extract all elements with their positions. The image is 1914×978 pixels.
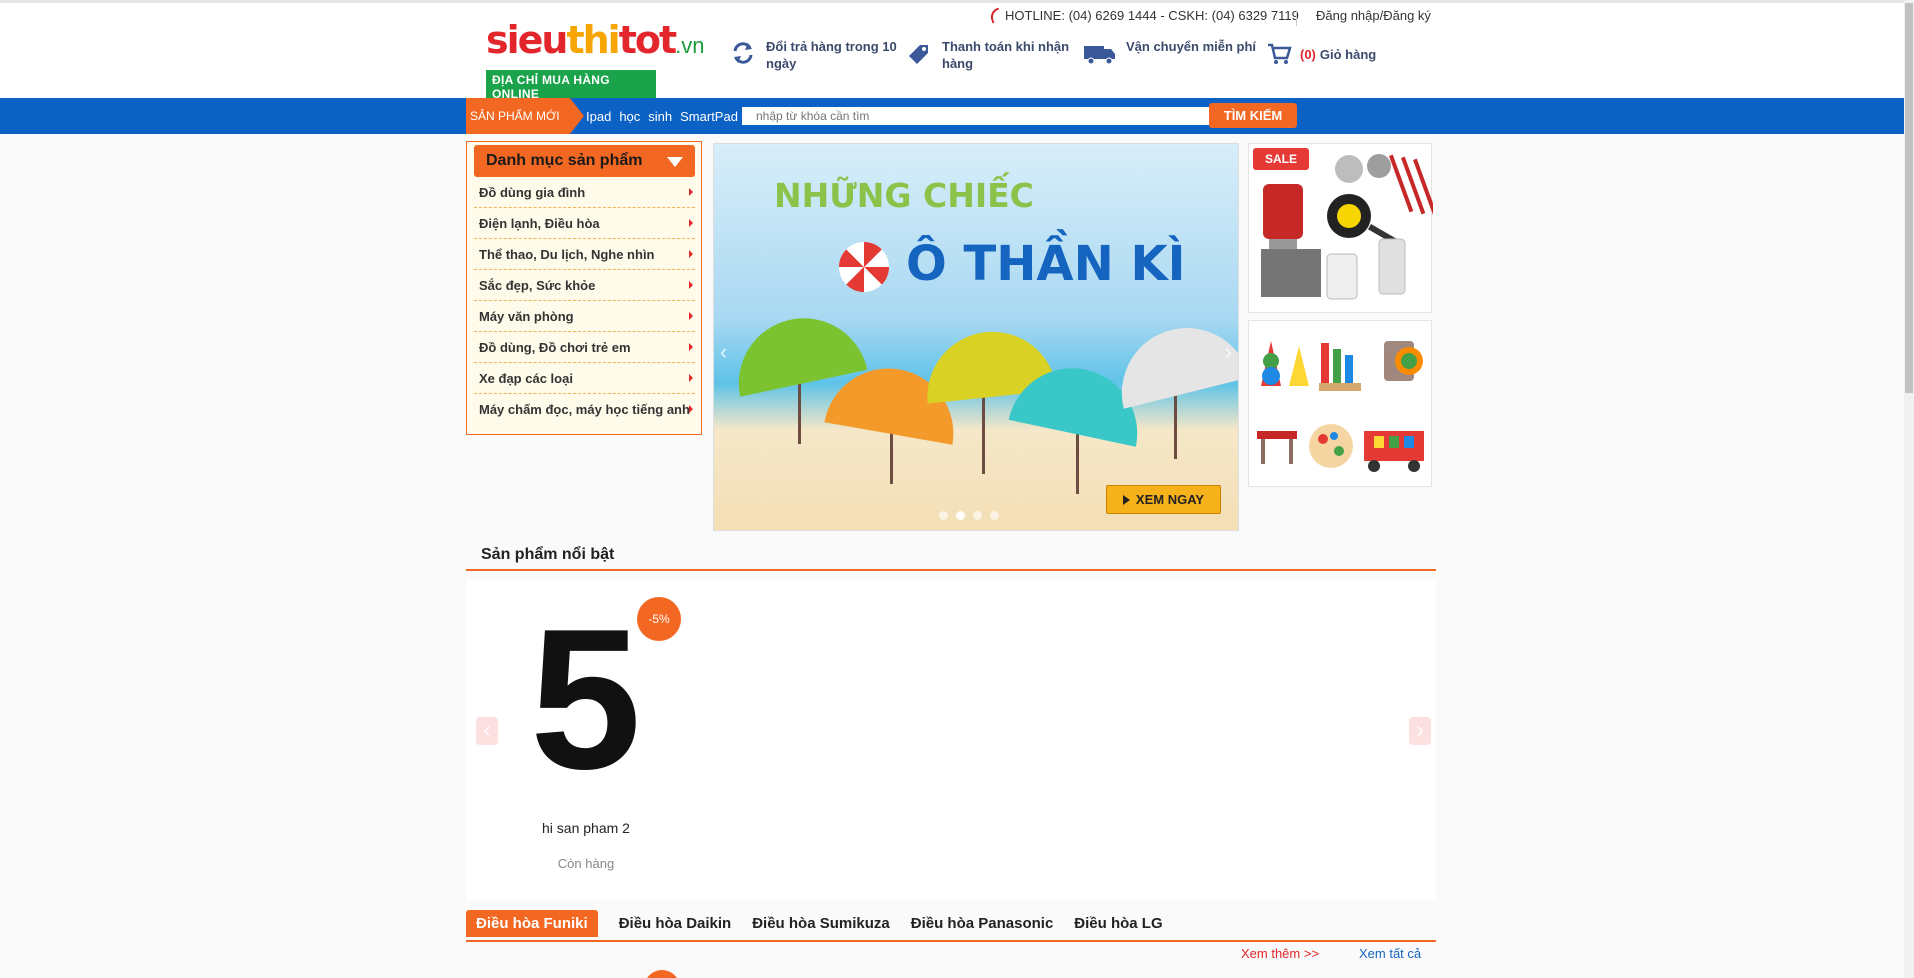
banner-prev-arrow[interactable]: ‹ [720, 339, 727, 365]
arrow-right-icon [689, 343, 693, 351]
tab-panasonic[interactable]: Điều hòa Panasonic [911, 910, 1054, 937]
refresh-icon [733, 42, 753, 64]
cart-count: (0) [1300, 46, 1316, 62]
product-stock-status: Còn hàng [557, 856, 615, 871]
banner-dot[interactable] [956, 511, 965, 520]
carousel-prev-button[interactable]: ‹ [476, 717, 498, 745]
banner-dot[interactable] [973, 511, 982, 520]
category-item[interactable]: Đồ dùng, Đồ chơi trẻ em [474, 332, 695, 363]
category-menu-header[interactable]: Danh mục sản phẩm [474, 145, 695, 177]
category-menu: Danh mục sản phẩm Đồ dùng gia đình Điện … [466, 141, 702, 435]
tab-funiki[interactable]: Điều hòa Funiki [466, 910, 598, 937]
featured-section-title: Sản phẩm nổi bật [481, 546, 615, 563]
feature-cod[interactable]: Thanh toán khi nhận hàng [904, 38, 1082, 72]
banner-headline-1: NHỮNG CHIẾC [774, 176, 1034, 215]
delivery-truck-icon [1084, 46, 1115, 65]
tab-sumikuza[interactable]: Điều hòa Sumikuza [752, 910, 890, 937]
arrow-right-icon [689, 188, 693, 196]
see-more-link[interactable]: Xem thêm >> [1241, 946, 1319, 961]
nav-link-hoc[interactable]: học [619, 109, 640, 124]
phone-icon [988, 7, 1003, 24]
side-banner-kitchen[interactable]: SALE [1248, 143, 1438, 313]
sale-badge: SALE [1253, 148, 1309, 170]
banner-headline-2: Ô THẦN KÌ [906, 236, 1186, 292]
wooden-toys-image [1257, 341, 1424, 472]
banner-cta-button[interactable]: XEM NGAY [1106, 485, 1221, 514]
shopping-cart-icon [1268, 43, 1292, 64]
category-item[interactable]: Xe đạp các loại [474, 363, 695, 394]
banner-next-arrow[interactable]: › [1225, 339, 1232, 365]
search-input[interactable] [742, 107, 1210, 125]
side-banner-toys[interactable] [1248, 320, 1432, 487]
category-item[interactable]: Điện lạnh, Điều hòa [474, 208, 695, 239]
cart-label: Giỏ hàng [1319, 46, 1377, 62]
category-item[interactable]: Đồ dùng gia đình [474, 177, 695, 208]
product-image[interactable]: 5 [530, 600, 641, 800]
login-register-link[interactable]: Đăng nhập/Đăng ký [1316, 8, 1431, 23]
play-icon [1122, 495, 1130, 505]
banner-dot[interactable] [939, 511, 948, 520]
umbrella-icon [839, 242, 889, 292]
cart-button[interactable]: (0) Giỏ hàng [1266, 42, 1376, 66]
site-logo[interactable]: sieuthitot.vn ĐỊA CHỈ MUA HÀNG ONLINE [486, 20, 705, 104]
category-tabs: Điều hòa Funiki Điều hòa Daikin Điều hòa… [466, 910, 1163, 937]
payment-tag-icon [909, 45, 928, 64]
hotline: HOTLINE: (04) 6269 1444 - CSKH: (04) 632… [988, 7, 1299, 24]
nav-link-smartpad[interactable]: SmartPad [680, 109, 738, 124]
tabs-divider [466, 940, 1436, 942]
feature-shipping[interactable]: Vận chuyển miễn phí [1082, 38, 1256, 68]
category-item[interactable]: Máy văn phòng [474, 301, 695, 332]
nav-keyword-links: Ipad học sinh SmartPad [586, 98, 738, 134]
arrow-right-icon [689, 250, 693, 258]
vertical-scrollbar[interactable] [1904, 0, 1914, 978]
arrow-right-icon [689, 374, 693, 382]
umbrella-white [1108, 314, 1238, 409]
arrow-right-icon [689, 312, 693, 320]
category-item[interactable]: Máy chấm đọc, máy học tiếng anh [474, 394, 695, 425]
nav-link-ipad[interactable]: Ipad [586, 109, 611, 124]
nav-link-sinh[interactable]: sinh [648, 109, 672, 124]
arrow-right-icon [689, 405, 693, 413]
product-name[interactable]: hi san pham 2 [466, 820, 706, 836]
search-button[interactable]: TÌM KIẾM [1209, 103, 1297, 128]
scrollbar-thumb[interactable] [1905, 3, 1913, 393]
category-item[interactable]: Thể thao, Du lịch, Nghe nhìn [474, 239, 695, 270]
hero-banner[interactable]: NHỮNG CHIẾC Ô THẦN KÌ ‹ › XEM NGAY [713, 143, 1239, 531]
tab-daikin[interactable]: Điều hòa Daikin [619, 910, 732, 937]
carousel-next-button[interactable]: › [1409, 717, 1431, 745]
see-all-link[interactable]: Xem tất cả [1359, 946, 1421, 961]
banner-pagination [939, 511, 999, 520]
arrow-right-icon [689, 219, 693, 227]
discount-badge-partial [644, 970, 680, 978]
discount-badge: -5% [637, 597, 681, 641]
category-item[interactable]: Sắc đẹp, Sức khỏe [474, 270, 695, 301]
triangle-down-icon [667, 157, 683, 167]
featured-section-divider [466, 569, 1436, 571]
new-products-tag[interactable]: SẢN PHẨM MỚI [466, 98, 584, 134]
banner-dot[interactable] [990, 511, 999, 520]
tab-lg[interactable]: Điều hòa LG [1074, 910, 1162, 937]
feature-return[interactable]: Đổi trả hàng trong 10 ngày [728, 38, 901, 72]
header-divider [1296, 10, 1297, 26]
arrow-right-icon [689, 281, 693, 289]
